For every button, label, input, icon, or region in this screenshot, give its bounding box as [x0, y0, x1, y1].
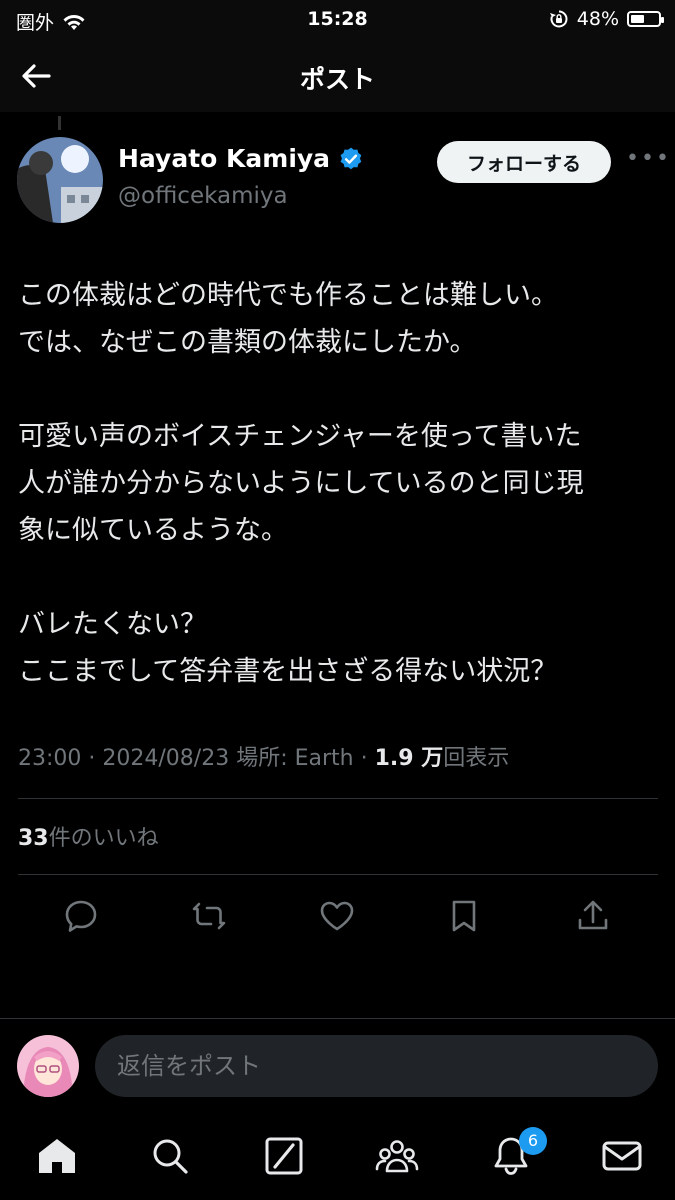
- post-time[interactable]: 23:00: [18, 746, 81, 771]
- author-name[interactable]: Hayato Kamiya: [118, 144, 330, 173]
- view-count-label: 回表示: [443, 746, 510, 771]
- likes-label[interactable]: 件のいいね: [49, 826, 159, 851]
- verified-badge-icon: [340, 147, 362, 169]
- post-date[interactable]: 2024/08/23: [102, 746, 229, 771]
- post-line: 可愛い声のボイスチェンジャーを使って書いた: [18, 421, 582, 452]
- status-bar: 圏外 15:28 48%: [0, 0, 675, 40]
- orientation-lock-icon: [549, 10, 568, 28]
- likes-count[interactable]: 33: [18, 826, 49, 851]
- post-text: この体裁はどの時代でも作ることは難しい。 では、なぜこの書類の体裁にしたか。 可…: [18, 272, 668, 695]
- post-location: 場所: Earth: [236, 746, 354, 771]
- thread-connector: [58, 116, 61, 130]
- post-line: 象に似ているような。: [18, 515, 288, 546]
- likes-summary[interactable]: 33件のいいね: [18, 820, 159, 852]
- author-name-row[interactable]: Hayato Kamiya: [118, 144, 364, 173]
- post-line: では、なぜこの書類の体裁にしたか。: [18, 327, 477, 358]
- grok-icon[interactable]: [262, 1134, 306, 1178]
- post-line: バレたくない？: [18, 609, 207, 640]
- post-line: ここまでして答弁書を出さざる得ない状況？: [18, 656, 558, 687]
- user-avatar[interactable]: [17, 1035, 79, 1097]
- battery-icon: [627, 11, 664, 27]
- view-count: 1.9 万: [374, 746, 444, 771]
- messages-envelope-icon[interactable]: [600, 1134, 644, 1178]
- search-icon[interactable]: [148, 1134, 192, 1178]
- follow-button[interactable]: フォローする: [437, 141, 611, 183]
- author-handle[interactable]: @officekamiya: [118, 183, 288, 209]
- notifications-badge: 6: [519, 1127, 547, 1155]
- home-icon[interactable]: [35, 1134, 79, 1178]
- author-avatar[interactable]: [17, 137, 103, 223]
- reply-input[interactable]: [95, 1035, 658, 1097]
- page-title: ポスト: [299, 65, 375, 94]
- more-options-icon[interactable]: •••: [626, 146, 671, 171]
- top-bar: ポスト: [0, 40, 675, 112]
- like-heart-icon[interactable]: [317, 896, 357, 936]
- post-line: 人が誰か分からないようにしているのと同じ現: [18, 468, 584, 499]
- post-line: この体裁はどの時代でも作ることは難しい。: [18, 280, 558, 311]
- bookmark-icon[interactable]: [444, 896, 484, 936]
- communities-icon[interactable]: [375, 1134, 419, 1178]
- divider: [0, 1018, 675, 1019]
- divider: [18, 798, 658, 799]
- post-meta: 23:00 · 2024/08/23 場所: Earth · 1.9 万回表示: [18, 746, 510, 771]
- battery-percent: 48%: [576, 8, 619, 30]
- divider: [18, 874, 658, 875]
- share-icon[interactable]: [573, 896, 613, 936]
- repost-icon[interactable]: [189, 896, 229, 936]
- reply-icon[interactable]: [61, 896, 101, 936]
